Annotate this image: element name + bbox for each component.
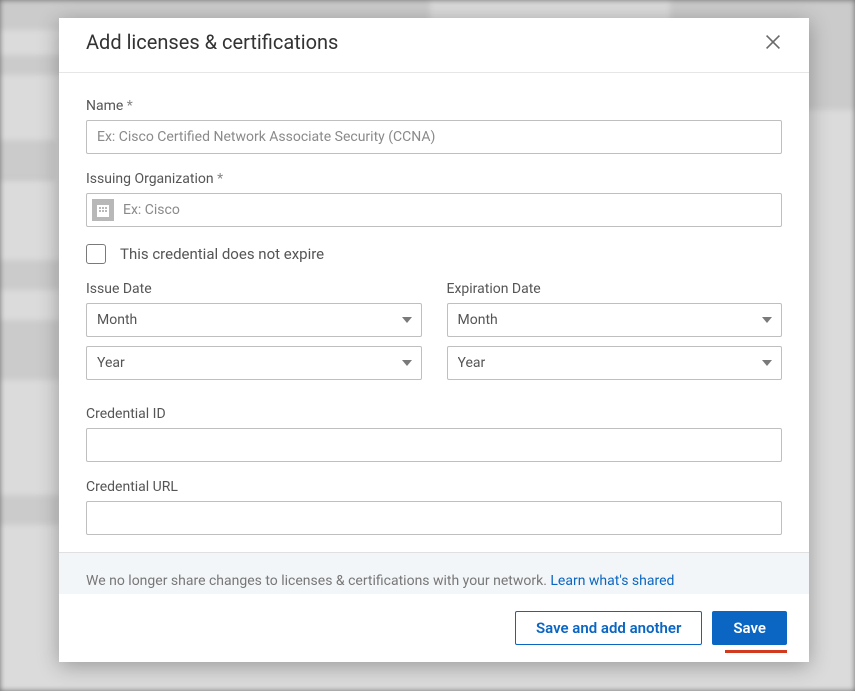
dates-row: Issue Date Month Year Expiration Date Mo… xyxy=(86,281,782,389)
no-expire-row: This credential does not expire xyxy=(86,244,782,264)
notice-text: We no longer share changes to licenses &… xyxy=(86,573,550,589)
modal-body: Name * Issuing Organization * This crede… xyxy=(59,73,809,594)
required-mark: * xyxy=(127,98,133,114)
cred-id-input[interactable] xyxy=(86,428,782,462)
cred-url-field: Credential URL xyxy=(86,479,782,535)
cred-id-field: Credential ID xyxy=(86,406,782,462)
building-icon xyxy=(92,199,114,221)
issue-date-label: Issue Date xyxy=(86,281,422,297)
issue-month-select[interactable]: Month xyxy=(86,303,422,337)
org-label: Issuing Organization * xyxy=(86,171,782,187)
name-field: Name * xyxy=(86,98,782,154)
save-button[interactable]: Save xyxy=(712,611,787,645)
required-mark: * xyxy=(217,171,223,187)
cred-url-input[interactable] xyxy=(86,501,782,535)
save-underline-highlight xyxy=(725,650,787,653)
expiration-date-label: Expiration Date xyxy=(447,281,783,297)
no-expire-checkbox[interactable] xyxy=(86,244,106,264)
issue-year-select[interactable]: Year xyxy=(86,346,422,380)
org-input[interactable] xyxy=(86,193,782,227)
cred-id-label: Credential ID xyxy=(86,406,782,422)
share-notice: We no longer share changes to licenses &… xyxy=(59,552,809,594)
expiration-date-col: Expiration Date Month Year xyxy=(447,281,783,389)
exp-year-select[interactable]: Year xyxy=(447,346,783,380)
org-input-wrap xyxy=(86,193,782,227)
org-field: Issuing Organization * xyxy=(86,171,782,227)
issue-date-col: Issue Date Month Year xyxy=(86,281,422,389)
name-label: Name * xyxy=(86,98,782,114)
close-icon[interactable] xyxy=(762,31,784,53)
modal-header: Add licenses & certifications xyxy=(59,18,809,73)
modal-title: Add licenses & certifications xyxy=(86,30,338,54)
name-input[interactable] xyxy=(86,120,782,154)
save-add-another-button[interactable]: Save and add another xyxy=(515,611,702,645)
exp-month-select[interactable]: Month xyxy=(447,303,783,337)
add-license-modal: Add licenses & certifications Name * Iss… xyxy=(59,18,809,662)
learn-whats-shared-link[interactable]: Learn what's shared xyxy=(550,573,674,589)
no-expire-label: This credential does not expire xyxy=(120,245,324,263)
cred-url-label: Credential URL xyxy=(86,479,782,495)
modal-footer: Save and add another Save xyxy=(59,594,809,662)
